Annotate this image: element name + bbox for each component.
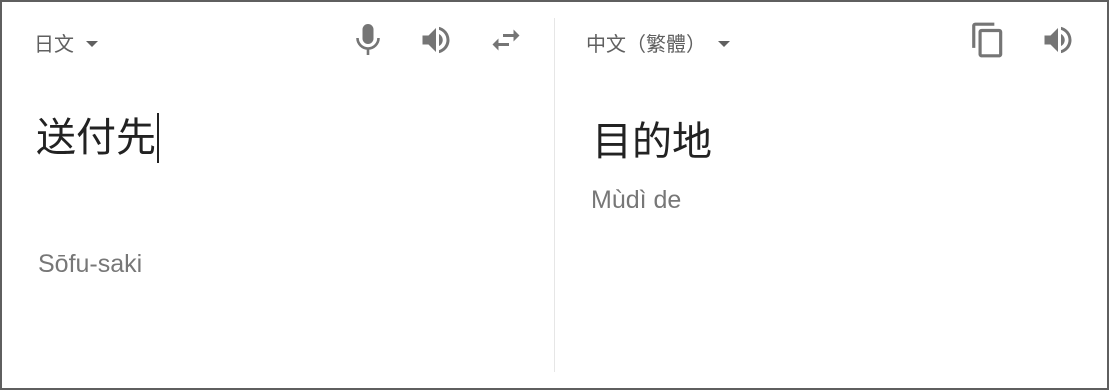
target-language-label: 中文（繁體） xyxy=(586,32,706,56)
source-romanization: Sōfu-saki xyxy=(38,250,143,278)
source-text: 送付先 xyxy=(36,115,156,161)
panel-divider xyxy=(554,18,555,372)
microphone-button[interactable] xyxy=(348,20,388,60)
swap-languages-button[interactable] xyxy=(486,20,526,60)
speaker-icon xyxy=(422,26,450,54)
source-language-select[interactable]: 日文 xyxy=(34,30,98,58)
translator-widget: 日文 送付先 Sōfu-saki 中文（繁體） 目的地 Mùdì de xyxy=(0,0,1109,390)
target-language-select[interactable]: 中文（繁體） xyxy=(586,30,730,58)
chevron-down-icon xyxy=(718,41,730,47)
source-language-label: 日文 xyxy=(34,32,74,56)
copy-icon xyxy=(972,22,1003,58)
target-romanization: Mùdì de xyxy=(591,186,682,214)
copy-translation-button[interactable] xyxy=(968,20,1008,60)
target-speak-button[interactable] xyxy=(1038,20,1078,60)
swap-languages-icon xyxy=(492,29,520,51)
text-cursor xyxy=(157,113,159,163)
chevron-down-icon xyxy=(86,41,98,47)
speaker-icon xyxy=(1044,26,1072,54)
microphone-icon xyxy=(356,24,380,55)
source-speak-button[interactable] xyxy=(416,20,456,60)
translated-text: 目的地 xyxy=(592,119,712,165)
source-text-area[interactable]: 送付先 xyxy=(36,110,159,166)
